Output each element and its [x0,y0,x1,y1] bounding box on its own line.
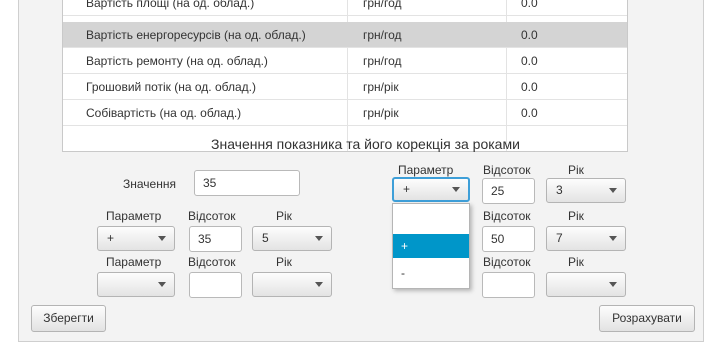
year-combo[interactable]: 3 [546,178,626,203]
year-label: Рік [568,163,584,177]
param-dropdown-list[interactable]: + - [392,203,470,289]
table-row[interactable]: Собівартість (на од. облад.) грн/рік 0.0 [63,100,627,126]
year-combo[interactable]: 7 [546,226,626,251]
value-label: Значення [123,177,176,191]
year-combo[interactable] [252,272,332,297]
percent-label: Відсоток [483,163,531,177]
chevron-down-icon [609,236,617,241]
year-label: Рік [568,209,584,223]
row-unit: грн/рік [363,106,399,120]
year-combo[interactable] [546,272,626,297]
chevron-down-icon [158,282,166,287]
table-row-selected[interactable]: Вартість енергоресурсів (на од. облад.) … [63,22,627,48]
section-title: Значення показника та його корекція за р… [211,136,520,152]
row-name: Вартість енергоресурсів (на од. облад.) [86,28,306,42]
year-combo-value: 7 [556,231,563,245]
row-value: 0.0 [521,106,538,120]
save-button[interactable]: Зберегти [31,305,106,332]
table-row[interactable]: Грошовий потік (на од. облад.) грн/рік 0… [63,74,627,100]
param-combo-open[interactable]: + [392,177,470,202]
percent-label: Відсоток [483,255,531,269]
param-combo[interactable]: + [97,226,175,251]
chevron-down-icon [452,187,460,192]
param-combo-value: + [107,231,115,245]
param-label: Параметр [106,255,162,269]
year-combo[interactable]: 5 [252,226,332,251]
row-value: 0.0 [521,54,538,68]
row-name: Собівартість (на од. облад.) [86,106,242,120]
chevron-down-icon [315,282,323,287]
row-value: 0.0 [521,28,538,42]
percent-input[interactable] [189,272,242,298]
row-name: Вартість площі (на од. облад.) [86,0,255,10]
percent-label: Відсоток [483,209,531,223]
dropdown-option-plus[interactable]: + [393,234,469,258]
year-label: Рік [276,209,292,223]
percent-label: Відсоток [188,209,236,223]
dropdown-option-empty[interactable] [393,208,469,232]
percent-input[interactable]: 50 [482,226,535,252]
row-value: 0.0 [521,0,538,10]
param-label: Параметр [106,209,162,223]
percent-label: Відсоток [188,255,236,269]
param-combo[interactable] [97,272,175,297]
year-combo-value: 5 [262,231,269,245]
row-unit: грн/рік [363,80,399,94]
row-unit: грн/год [363,0,402,10]
dropdown-option-minus[interactable]: - [393,261,469,285]
chevron-down-icon [315,236,323,241]
value-input[interactable]: 35 [194,170,300,196]
year-combo-value: 3 [556,183,563,197]
row-unit: грн/год [363,54,402,68]
param-combo-value: + [403,182,411,196]
row-value: 0.0 [521,80,538,94]
table-row[interactable]: Вартість площі (на од. облад.) грн/год 0… [63,0,627,16]
percent-input[interactable]: 25 [482,178,535,204]
chevron-down-icon [158,236,166,241]
chevron-down-icon [609,188,617,193]
indicators-table[interactable]: Вартість площі (на од. облад.) грн/год 0… [62,0,628,152]
param-label: Параметр [398,163,454,177]
year-label: Рік [568,255,584,269]
row-unit: грн/год [363,28,402,42]
percent-input[interactable]: 35 [189,226,242,252]
chevron-down-icon [609,282,617,287]
row-name: Грошовий потік (на од. облад.) [86,80,256,94]
percent-input[interactable] [482,272,535,298]
row-name: Вартість ремонту (на од. облад.) [86,54,268,68]
year-label: Рік [276,255,292,269]
calculate-button[interactable]: Розрахувати [599,305,695,332]
table-row[interactable]: Вартість ремонту (на од. облад.) грн/год… [63,48,627,74]
